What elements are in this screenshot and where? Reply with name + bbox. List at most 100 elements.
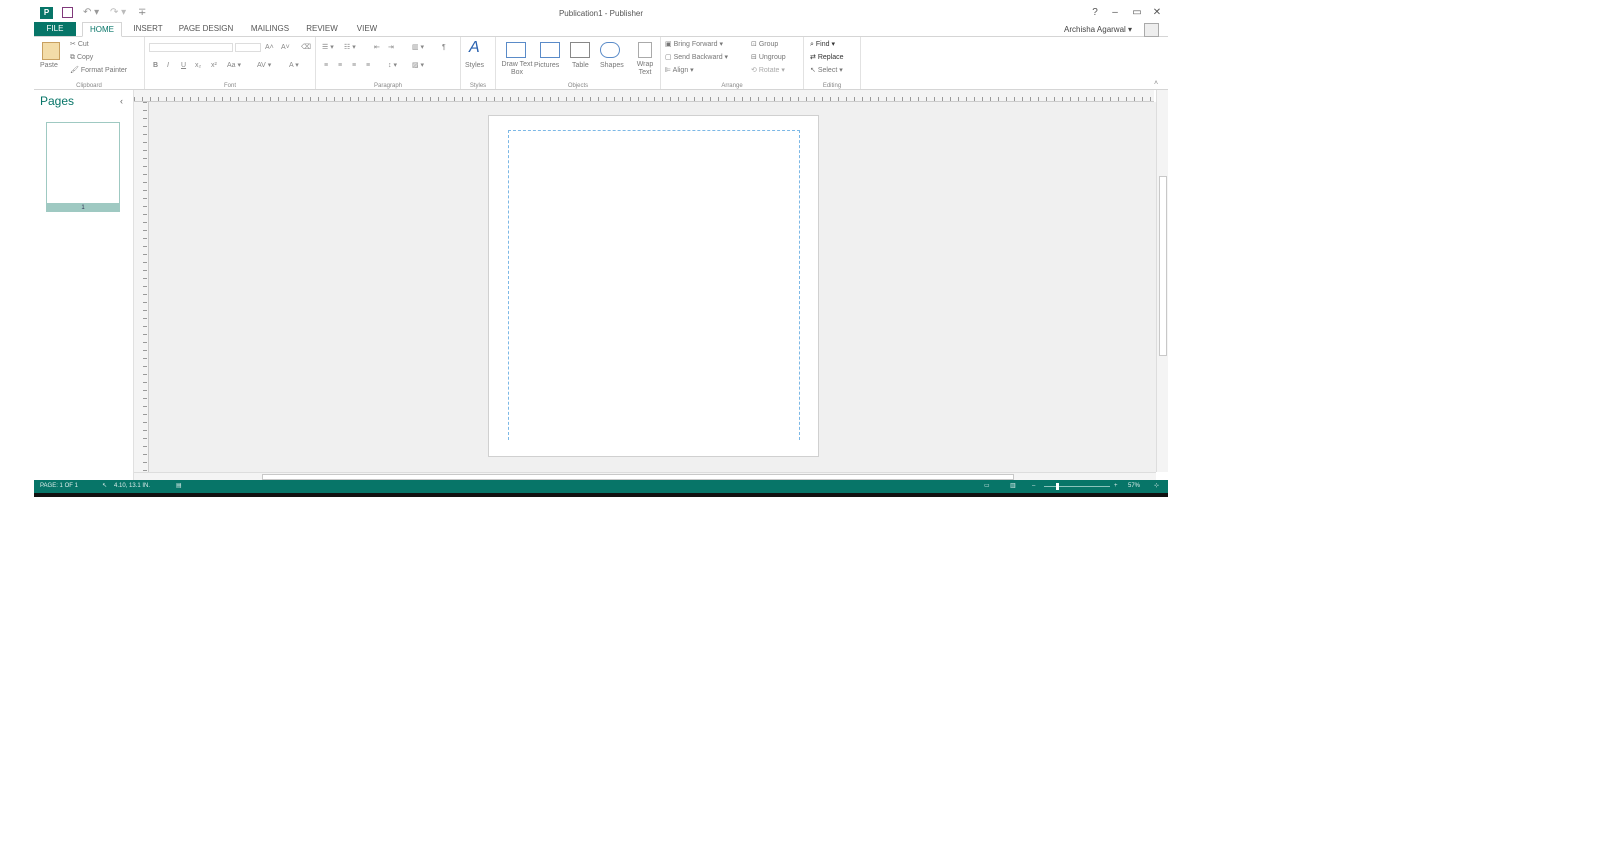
italic-button[interactable]: I — [167, 61, 169, 70]
justify-icon[interactable]: ≡ — [366, 61, 370, 70]
pages-pane: Pages ‹ 1 — [34, 90, 134, 480]
font-size-field[interactable] — [235, 43, 261, 52]
restore-button[interactable]: ▭ — [1130, 7, 1144, 18]
fit-page-icon[interactable]: ⊹ — [1154, 480, 1159, 493]
clipboard-group-label: Clipboard — [76, 83, 102, 89]
shapes-button[interactable]: Shapes — [600, 61, 624, 70]
status-bar: PAGE: 1 OF 1 ↖ 4.10, 13.1 IN. ▤ ▭ ▥ – + … — [34, 480, 1168, 493]
paragraph-marks-button[interactable]: ¶ — [442, 43, 446, 52]
tab-file[interactable]: FILE — [34, 22, 76, 36]
increase-indent-icon[interactable]: ⇥ — [388, 43, 394, 52]
pictures-button[interactable]: Pictures — [534, 61, 559, 70]
cut-button[interactable]: ✂ Cut — [70, 40, 89, 49]
decrease-indent-icon[interactable]: ⇤ — [374, 43, 380, 52]
rotate-button[interactable]: ⟲ Rotate ▾ — [751, 66, 785, 75]
send-backward-button[interactable]: ▢ Send Backward ▾ — [665, 53, 728, 62]
editing-group: ⌕ Find ▾ ⇄ Replace ↖ Select ▾ Editing — [804, 37, 861, 89]
tab-review[interactable]: REVIEW — [302, 22, 342, 36]
pictures-icon[interactable] — [540, 42, 560, 58]
numbering-icon[interactable]: ☷ ▾ — [344, 43, 356, 52]
rotate-icon: ⟲ — [751, 67, 759, 74]
align-center-icon[interactable]: ≡ — [338, 61, 342, 70]
send-backward-icon: ▢ — [665, 54, 674, 61]
bullets-icon[interactable]: ☰ ▾ — [322, 43, 334, 52]
styles-group-label: Styles — [469, 83, 487, 89]
layout-icon[interactable]: ▤ — [176, 480, 182, 493]
paste-icon[interactable] — [42, 42, 60, 60]
two-page-view-icon[interactable]: ▥ — [1010, 480, 1016, 493]
tab-mailings[interactable]: MAILINGS — [246, 22, 294, 36]
page-thumbnail[interactable] — [46, 122, 120, 204]
tab-home[interactable]: HOME — [82, 22, 122, 37]
font-name-field[interactable] — [149, 43, 233, 52]
grow-font-button[interactable]: A˄ — [265, 43, 274, 52]
align-icon: ⊫ — [665, 67, 673, 74]
zoom-slider[interactable] — [1044, 486, 1110, 487]
account-name[interactable]: Archisha Agarwal ▾ — [1064, 24, 1132, 36]
account-area[interactable]: Archisha Agarwal ▾ — [1034, 23, 1164, 37]
vertical-scrollbar[interactable] — [1156, 90, 1168, 472]
select-button[interactable]: ↖ Select ▾ — [810, 66, 843, 75]
ungroup-button[interactable]: ⊟ Ungroup — [751, 53, 786, 62]
superscript-button[interactable]: x² — [211, 61, 217, 70]
table-button[interactable]: Table — [572, 61, 589, 70]
bold-button[interactable]: B — [153, 61, 158, 70]
select-icon: ↖ — [810, 67, 818, 74]
tab-view[interactable]: VIEW — [350, 22, 384, 36]
clear-format-icon[interactable]: ⌫ — [301, 43, 311, 52]
horizontal-ruler[interactable] — [134, 90, 1154, 102]
vertical-scroll-thumb[interactable] — [1159, 176, 1167, 356]
page-status[interactable]: PAGE: 1 OF 1 — [40, 480, 78, 493]
tab-insert[interactable]: INSERT — [128, 22, 168, 36]
paragraph-group: ☰ ▾ ☷ ▾ ⇤ ⇥ ▥ ▾ ¶ ≡ ≡ ≡ ≡ ↕ ▾ ▨ ▾ Paragr… — [316, 37, 461, 89]
document-canvas[interactable] — [149, 102, 1156, 472]
cursor-icon: ↖ — [102, 483, 108, 489]
group-button[interactable]: ⊡ Group — [751, 40, 778, 49]
replace-button[interactable]: ⇄ Replace — [810, 53, 844, 62]
draw-text-box-button[interactable]: Draw Text Box — [500, 61, 534, 77]
styles-button[interactable]: Styles — [465, 61, 484, 70]
character-spacing-icon[interactable]: AV ▾ — [257, 61, 271, 70]
font-color-icon[interactable]: A ▾ — [289, 61, 299, 70]
change-case-button[interactable]: Aa ▾ — [227, 61, 241, 70]
single-page-view-icon[interactable]: ▭ — [984, 480, 990, 493]
minimize-button[interactable]: – — [1108, 7, 1122, 18]
styles-icon[interactable]: A — [469, 39, 480, 57]
wrap-text-button[interactable]: Wrap Text — [632, 61, 658, 77]
find-button[interactable]: ⌕ Find ▾ — [810, 40, 835, 49]
columns-icon[interactable]: ▥ ▾ — [412, 43, 424, 52]
format-painter-button[interactable]: 🖌 Format Painter — [70, 66, 127, 75]
align-button[interactable]: ⊫ Align ▾ — [665, 66, 694, 75]
shapes-icon[interactable] — [600, 42, 620, 58]
subscript-button[interactable]: x₂ — [195, 61, 201, 70]
zoom-in-button[interactable]: + — [1114, 480, 1118, 493]
help-button[interactable]: ? — [1088, 7, 1102, 18]
collapse-ribbon-icon[interactable]: ˄ — [1154, 79, 1158, 88]
window-title: Publication1 - Publisher — [558, 9, 644, 18]
text-box-icon[interactable] — [506, 42, 526, 58]
paste-button[interactable]: Paste — [40, 61, 58, 70]
group-icon: ⊡ — [751, 41, 759, 48]
ungroup-icon: ⊟ — [751, 54, 759, 61]
wrap-text-icon[interactable] — [638, 42, 652, 58]
align-left-icon[interactable]: ≡ — [324, 61, 328, 70]
collapse-pages-pane-icon[interactable]: ‹ — [120, 96, 123, 106]
copy-button[interactable]: ⧉ Copy — [70, 53, 93, 62]
underline-button[interactable]: U — [181, 61, 186, 70]
tab-page-design[interactable]: PAGE DESIGN — [174, 22, 238, 36]
cut-label: Cut — [77, 41, 89, 48]
shading-icon[interactable]: ▨ ▾ — [412, 61, 424, 70]
avatar[interactable] — [1144, 23, 1159, 37]
vertical-ruler[interactable] — [134, 102, 149, 472]
table-icon[interactable] — [570, 42, 590, 58]
zoom-slider-handle[interactable] — [1056, 483, 1059, 490]
zoom-out-button[interactable]: – — [1032, 480, 1035, 493]
line-spacing-icon[interactable]: ↕ ▾ — [388, 61, 397, 70]
copy-label: Copy — [76, 54, 94, 61]
close-button[interactable]: ✕ — [1150, 7, 1164, 18]
zoom-level[interactable]: 57% — [1128, 480, 1140, 493]
align-right-icon[interactable]: ≡ — [352, 61, 356, 70]
bring-forward-button[interactable]: ▣ Bring Forward ▾ — [665, 40, 723, 49]
shrink-font-button[interactable]: A˅ — [281, 43, 290, 52]
publication-page[interactable] — [488, 115, 819, 457]
